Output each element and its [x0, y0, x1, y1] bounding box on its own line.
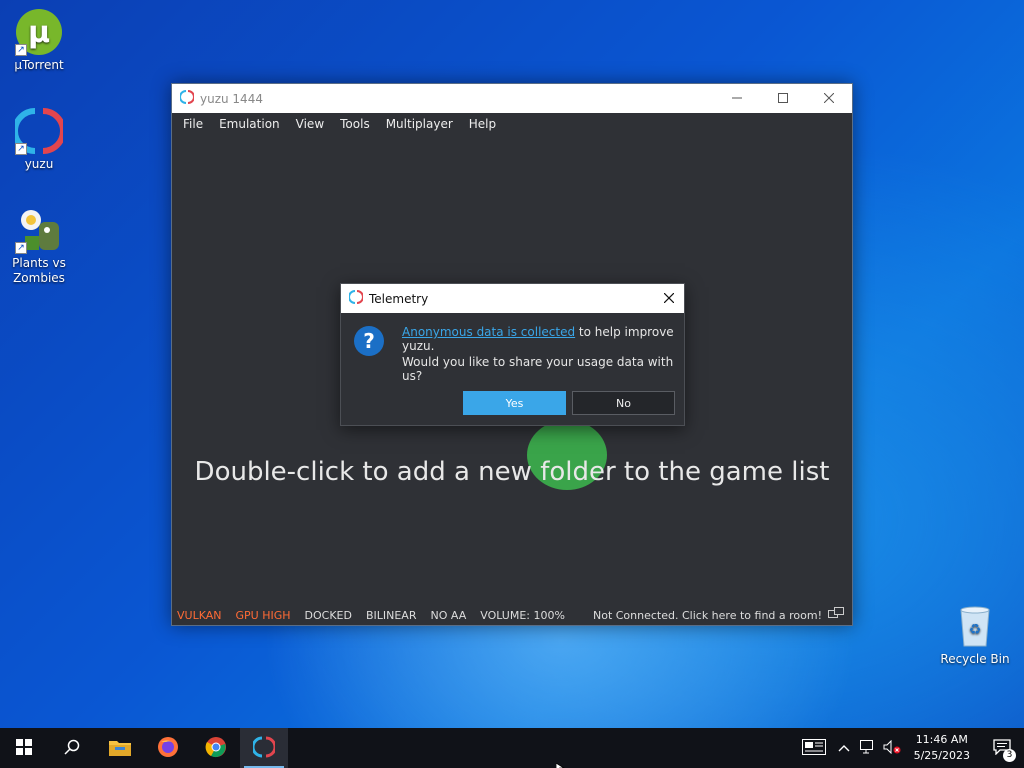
- window-title: yuzu 1444: [200, 91, 263, 106]
- no-button[interactable]: No: [572, 391, 675, 415]
- dialog-titlebar[interactable]: Telemetry: [341, 284, 684, 313]
- taskbar-firefox[interactable]: [144, 728, 192, 768]
- desktop-icon-plants-vs-zombies[interactable]: ↗ Plants vs Zombies: [1, 206, 77, 286]
- search-button[interactable]: [48, 728, 96, 768]
- desktop-icon-label: yuzu: [24, 157, 54, 171]
- yuzu-icon: [251, 736, 277, 761]
- shortcut-arrow-icon: ↗: [15, 242, 27, 254]
- file-explorer-icon: [109, 738, 131, 759]
- game-list-placeholder: Double-click to add a new folder to the …: [194, 457, 830, 487]
- yuzu-logo-icon: [348, 290, 364, 307]
- dialog-close-button[interactable]: [654, 284, 684, 313]
- notification-count-badge: 3: [1003, 749, 1016, 762]
- svg-text:µ: µ: [28, 15, 50, 50]
- room-status-link[interactable]: Not Connected. Click here to find a room…: [592, 606, 844, 624]
- statusbar: VULKAN GPU HIGH DOCKED BILINEAR NO AA VO…: [172, 605, 852, 625]
- close-icon: [823, 92, 835, 106]
- volume-muted-icon: [883, 739, 901, 757]
- yuzu-icon: ↗: [12, 107, 66, 155]
- telemetry-message: Anonymous data is collected to help impr…: [402, 325, 684, 353]
- desktop-icon-recycle-bin[interactable]: ♻ Recycle Bin: [937, 602, 1013, 667]
- taskbar-clock[interactable]: 11:46 AM 5/25/2023: [904, 732, 980, 764]
- yes-button[interactable]: Yes: [463, 391, 566, 415]
- menu-file[interactable]: File: [175, 117, 211, 131]
- news-widget-button[interactable]: [796, 728, 832, 768]
- mouse-cursor-icon: [555, 760, 566, 768]
- shortcut-arrow-icon: ↗: [15, 44, 27, 56]
- close-icon: [663, 292, 675, 306]
- network-icon: [859, 739, 876, 757]
- taskbar-yuzu[interactable]: [240, 728, 288, 768]
- firefox-icon: [157, 736, 179, 761]
- menu-view[interactable]: View: [288, 117, 332, 131]
- network-tray-button[interactable]: [856, 728, 880, 768]
- plants-vs-zombies-icon: ↗: [15, 206, 63, 254]
- taskbar-chrome[interactable]: [192, 728, 240, 768]
- telemetry-info-link[interactable]: Anonymous data is collected: [402, 325, 575, 339]
- volume-tray-button[interactable]: [880, 728, 904, 768]
- svg-text:♻: ♻: [969, 622, 982, 638]
- close-button[interactable]: [806, 84, 852, 113]
- minimize-icon: [732, 92, 742, 106]
- clock-date: 5/25/2023: [913, 749, 970, 762]
- minimize-button[interactable]: [714, 84, 760, 113]
- status-gpu-accuracy[interactable]: GPU HIGH: [235, 609, 290, 622]
- desktop-icon-label: Plants vs Zombies: [12, 256, 66, 285]
- chrome-icon: [205, 736, 227, 761]
- window-titlebar[interactable]: yuzu 1444: [172, 84, 852, 113]
- room-status-text: Not Connected. Click here to find a room…: [592, 608, 822, 622]
- status-filter[interactable]: BILINEAR: [366, 609, 417, 622]
- start-button[interactable]: [0, 728, 48, 768]
- dialog-title: Telemetry: [369, 291, 429, 306]
- chevron-up-icon: [838, 741, 850, 755]
- taskbar-file-explorer[interactable]: [96, 728, 144, 768]
- telemetry-dialog: Telemetry ? Anonymous data is collected …: [340, 283, 685, 426]
- recycle-bin-icon: ♻: [951, 602, 999, 650]
- utorrent-icon: µ ↗: [15, 8, 63, 56]
- news-icon: [801, 738, 826, 758]
- desktop-icon-utorrent[interactable]: µ ↗ µTorrent: [1, 8, 77, 73]
- network-icon: [828, 606, 844, 624]
- desktop-icon-yuzu[interactable]: ↗ yuzu: [1, 107, 77, 172]
- status-renderer[interactable]: VULKAN: [177, 609, 221, 622]
- question-icon: ?: [354, 326, 384, 356]
- status-dock-mode[interactable]: DOCKED: [305, 609, 352, 622]
- telemetry-question: Would you like to share your usage data …: [402, 355, 674, 383]
- status-volume[interactable]: VOLUME: 100%: [480, 609, 565, 622]
- start-icon: [16, 738, 32, 758]
- clock-time: 11:46 AM: [915, 733, 968, 746]
- yuzu-logo-icon: [179, 90, 195, 107]
- show-hidden-icons-button[interactable]: [832, 728, 856, 768]
- menu-multiplayer[interactable]: Multiplayer: [378, 117, 461, 131]
- menu-help[interactable]: Help: [461, 117, 504, 131]
- search-icon: [64, 739, 80, 758]
- maximize-button[interactable]: [760, 84, 806, 113]
- menu-emulation[interactable]: Emulation: [211, 117, 288, 131]
- notification-center-button[interactable]: 3: [980, 728, 1024, 768]
- taskbar: 11:46 AM 5/25/2023 3: [0, 728, 1024, 768]
- maximize-icon: [778, 92, 788, 106]
- shortcut-arrow-icon: ↗: [15, 143, 27, 155]
- desktop-icon-label: µTorrent: [14, 58, 64, 72]
- desktop-icon-label: Recycle Bin: [940, 652, 1010, 666]
- menubar: File Emulation View Tools Multiplayer He…: [172, 113, 852, 135]
- status-aa[interactable]: NO AA: [430, 609, 466, 622]
- menu-tools[interactable]: Tools: [332, 117, 378, 131]
- system-tray: 11:46 AM 5/25/2023 3: [796, 728, 1024, 768]
